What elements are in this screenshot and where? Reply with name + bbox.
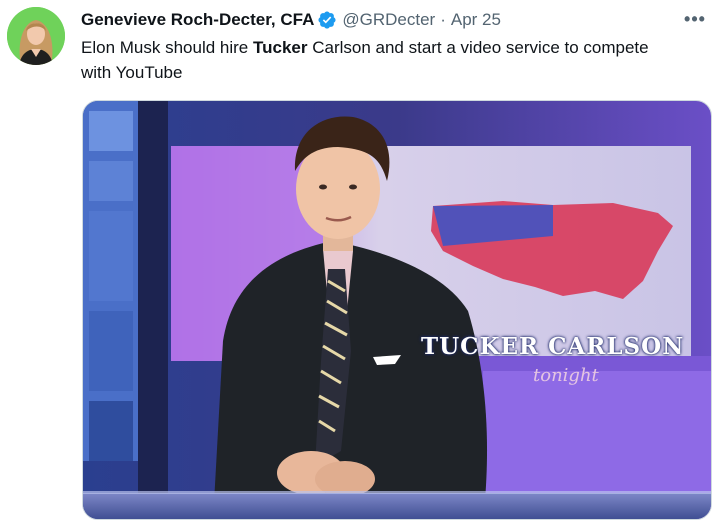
studio-photo (83, 101, 711, 519)
tweet-date[interactable]: Apr 25 (451, 9, 501, 31)
tweet-media-image[interactable]: TUCKER CARLSON tonight (82, 100, 712, 520)
author-avatar[interactable] (7, 7, 65, 65)
header-separator: · (440, 10, 446, 29)
verified-badge-icon (317, 10, 337, 30)
tweet-text-highlight: Tucker (252, 38, 308, 57)
author-handle[interactable]: @GRDecter (342, 9, 435, 31)
tweet-text: Elon Musk should hire Tucker Carlson and… (81, 35, 681, 85)
tweet-header: Genevieve Roch-Decter, CFA @GRDecter · A… (81, 8, 708, 32)
more-options-icon[interactable]: ••• (682, 8, 708, 30)
tweet-card[interactable]: Genevieve Roch-Decter, CFA @GRDecter · A… (0, 0, 720, 531)
author-name[interactable]: Genevieve Roch-Decter, CFA (81, 9, 314, 31)
tweet-text-before: Elon Musk should hire (81, 38, 253, 57)
screen-title-text: TUCKER CARLSON (421, 333, 685, 360)
screen-subtitle-text: tonight (533, 365, 599, 386)
